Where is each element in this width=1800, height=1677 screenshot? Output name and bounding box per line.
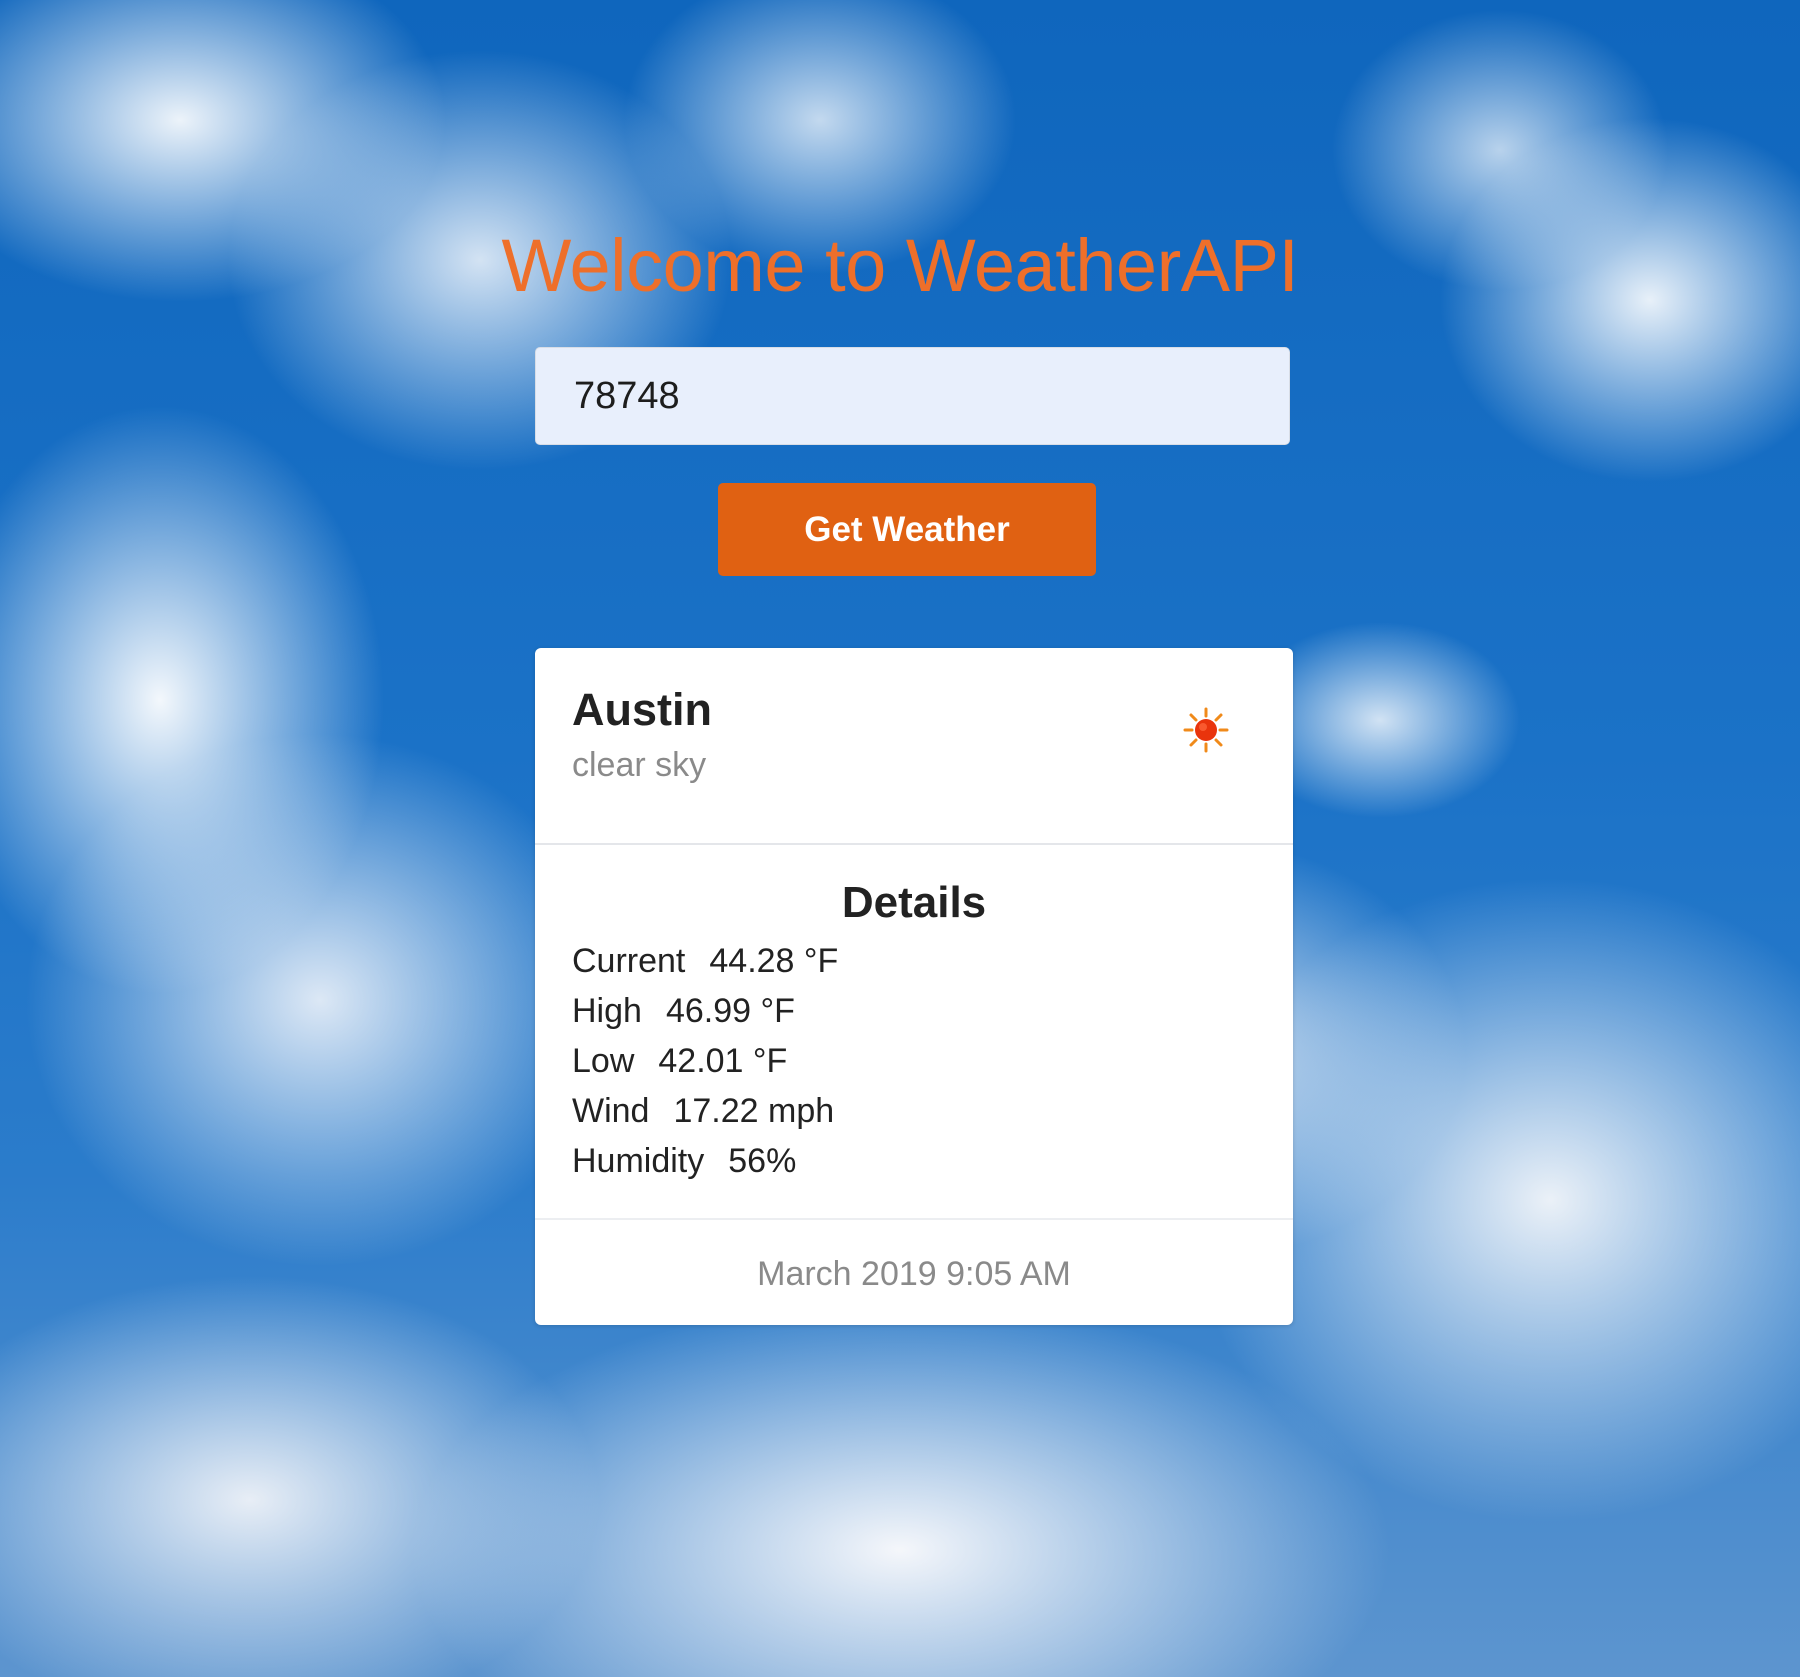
detail-label: Low — [572, 1042, 635, 1080]
weather-card: Austin clear sky Details Current 44.28 °F… — [535, 648, 1293, 1325]
sun-icon — [1183, 707, 1229, 753]
detail-row-wind: Wind 17.22 mph — [572, 1086, 838, 1136]
details-list: Current 44.28 °F High 46.99 °F Low 42.01 °F… — [572, 936, 838, 1186]
city-name: Austin — [572, 684, 712, 735]
detail-value: 42.01 °F — [658, 1042, 788, 1080]
weather-card-footer: March 2019 9:05 AM — [535, 1218, 1293, 1325]
details-heading: Details — [841, 878, 987, 927]
detail-label: High — [572, 992, 642, 1030]
weather-card-header: Austin clear sky — [535, 648, 1293, 845]
timestamp: March 2019 9:05 AM — [757, 1255, 1071, 1293]
detail-label: Humidity — [572, 1142, 705, 1180]
detail-value: 46.99 °F — [665, 992, 795, 1030]
weather-description: clear sky — [572, 746, 707, 784]
page-title: Welcome to WeatherAPI — [501, 224, 1300, 307]
detail-value: 17.22 mph — [673, 1092, 835, 1130]
detail-row-low: Low 42.01 °F — [572, 1036, 838, 1086]
detail-label: Current — [572, 942, 686, 980]
zip-code-input[interactable] — [535, 347, 1290, 445]
detail-label: Wind — [572, 1092, 650, 1130]
detail-value: 44.28 °F — [709, 942, 839, 980]
detail-row-high: High 46.99 °F — [572, 986, 838, 1036]
detail-row-current: Current 44.28 °F — [572, 936, 838, 986]
detail-value: 56% — [728, 1142, 797, 1180]
get-weather-button[interactable]: Get Weather — [718, 483, 1096, 576]
detail-row-humidity: Humidity 56% — [572, 1136, 838, 1186]
